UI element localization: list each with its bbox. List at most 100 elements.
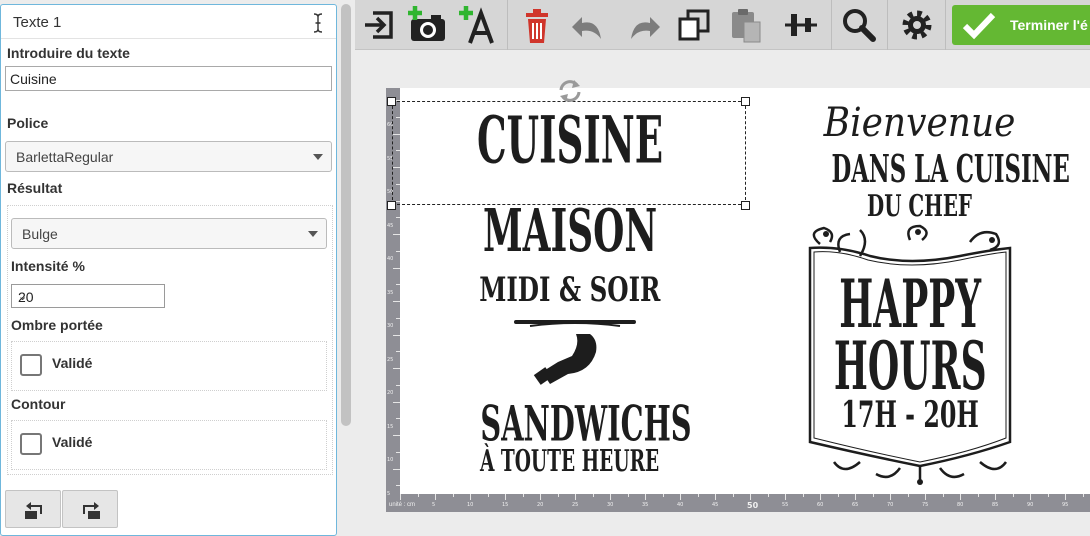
rotate-left-icon <box>25 502 42 519</box>
toolbar-separator <box>507 0 508 50</box>
ruler-horizontal <box>386 494 1090 512</box>
finish-button[interactable]: Terminer l'é <box>952 5 1090 45</box>
ruler-tick <box>592 494 594 497</box>
ruler-tick <box>942 494 944 497</box>
art-text-midi-soir[interactable]: MIDI & SOIR <box>410 270 730 310</box>
rotate-handle-icon[interactable] <box>556 78 584 104</box>
ruler-label: 45 <box>712 502 719 508</box>
rotate-right-button[interactable] <box>62 490 118 528</box>
undo-button[interactable] <box>568 3 612 47</box>
ruler-label: 25 <box>572 502 579 508</box>
ruler-tick <box>1082 494 1084 497</box>
ruler-tick <box>505 494 506 500</box>
chevron-down-icon <box>313 154 323 160</box>
settings-button[interactable] <box>895 3 939 47</box>
redo-icon <box>631 17 660 39</box>
ruler-tick <box>557 494 559 497</box>
ruler-tick <box>393 368 400 369</box>
contour-checkbox[interactable] <box>20 433 42 455</box>
paste-icon <box>732 9 761 43</box>
art-text-hours[interactable]: HOURS <box>780 331 1040 404</box>
text-input-label: Introduire du texte <box>7 45 130 61</box>
ruler-label: 40 <box>677 502 684 508</box>
resize-handle-top-left[interactable] <box>387 97 396 106</box>
art-text-du-chef[interactable]: DU CHEF <box>770 190 1070 224</box>
ruler-label: 85 <box>992 502 999 508</box>
ruler-tick <box>1065 494 1066 500</box>
art-text-bienvenue[interactable]: Bienvenue <box>770 100 1070 146</box>
shadow-checkbox[interactable] <box>20 354 42 376</box>
delete-button[interactable] <box>515 3 559 47</box>
paste-button[interactable] <box>724 3 768 47</box>
panel-header: Texte 1 <box>1 5 336 39</box>
selection-box[interactable] <box>392 101 746 205</box>
editor-app: Texte 1 Introduire du texte Police Barle… <box>0 0 1090 536</box>
ruler-tick <box>907 494 909 497</box>
art-text-maison[interactable]: MAISON <box>410 196 730 266</box>
ruler-label: 25 <box>387 356 394 363</box>
ruler-tick <box>977 494 979 497</box>
resize-handle-top-right[interactable] <box>741 97 750 106</box>
align-button[interactable] <box>779 3 823 47</box>
ruler-tick <box>802 494 804 497</box>
ruler-tick <box>540 494 541 500</box>
ruler-label: 10 <box>467 502 474 508</box>
ruler-label: 50 <box>747 501 759 510</box>
ruler-label: 15 <box>387 423 394 430</box>
ruler-label: 70 <box>887 502 894 508</box>
panel-scrollbar-thumb[interactable] <box>341 4 351 426</box>
add-image-button[interactable] <box>405 3 449 47</box>
ruler-tick <box>393 267 400 269</box>
ruler-tick <box>732 494 734 497</box>
duplicate-button[interactable] <box>672 3 716 47</box>
ruler-label: 30 <box>607 502 614 508</box>
shadow-checkbox-label: Validé <box>52 355 93 371</box>
contour-label: Contour <box>11 396 66 412</box>
ruler-tick <box>995 494 996 500</box>
rotate-left-button[interactable] <box>5 490 61 528</box>
art-text-hours-time[interactable]: 17H - 20H <box>780 394 1040 436</box>
art-text-dans-la-cuisine[interactable]: DANS LA CUISINE <box>752 147 1084 191</box>
exit-button[interactable] <box>357 3 401 47</box>
ruler-tick <box>417 494 419 497</box>
art-text-toute-heure[interactable]: À TOUTE HEURE <box>410 444 730 480</box>
effect-select[interactable]: Bulge <box>11 218 327 249</box>
ruler-label: 80 <box>957 502 964 508</box>
resize-handle-bottom-left[interactable] <box>387 201 396 210</box>
ruler-tick <box>1047 494 1049 497</box>
zoom-icon <box>843 9 876 42</box>
ruler-tick <box>522 494 524 497</box>
ruler-tick <box>662 494 664 497</box>
ruler-label: 5 <box>387 490 391 497</box>
art-text-dans-la-cuisine-label: DANS LA CUISINE <box>831 146 1070 191</box>
ruler-tick <box>435 494 436 500</box>
ruler-label: 60 <box>817 502 824 508</box>
toolbar: Terminer l'é <box>355 0 1090 50</box>
add-image-icon <box>408 6 445 41</box>
art-text-maison-label: MAISON <box>482 196 658 266</box>
contour-group: Validé <box>11 420 327 470</box>
undo-icon <box>572 17 601 39</box>
ruler-tick <box>393 334 400 336</box>
ruler-tick <box>645 494 646 500</box>
ruler-tick <box>452 494 454 497</box>
ruler-tick <box>785 494 786 500</box>
ruler-tick <box>960 494 961 500</box>
font-select[interactable]: BarlettaRegular <box>5 141 332 172</box>
chevron-down-icon: ⌄ <box>18 291 28 303</box>
ruler-tick <box>872 494 874 497</box>
toolbar-separator <box>945 0 946 50</box>
ruler-label: 65 <box>852 502 859 508</box>
zoom-button[interactable] <box>837 3 881 47</box>
ruler-tick <box>487 494 489 497</box>
intensity-select[interactable]: 20 ⌄ <box>11 284 165 308</box>
text-input[interactable] <box>5 66 332 91</box>
ruler-tick <box>855 494 856 500</box>
art-text-midi-soir-label: MIDI & SOIR <box>479 270 661 310</box>
resize-handle-bottom-right[interactable] <box>741 201 750 210</box>
add-text-button[interactable] <box>456 3 500 47</box>
redo-button[interactable] <box>620 3 664 47</box>
delete-icon <box>526 9 548 43</box>
toolbar-separator <box>887 0 888 50</box>
ruler-tick <box>925 494 926 500</box>
